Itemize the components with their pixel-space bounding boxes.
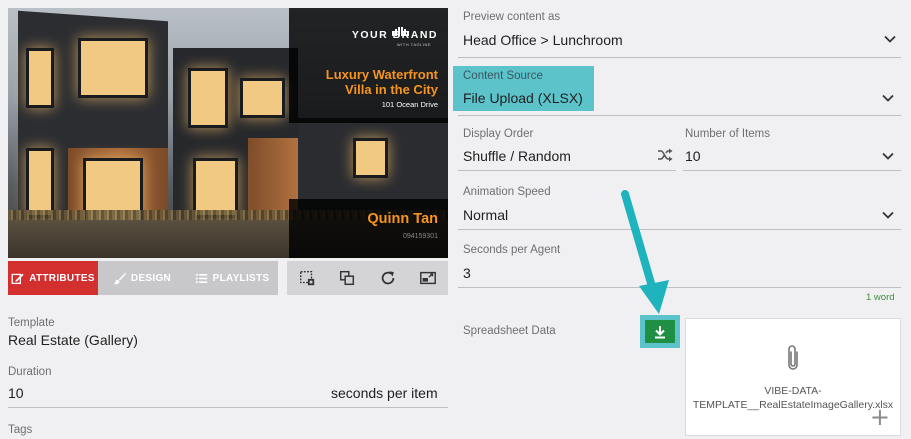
duration-underline: [8, 407, 448, 408]
seconds-per-agent-label: Seconds per Agent: [463, 244, 561, 256]
duration-suffix: seconds per item: [331, 385, 438, 401]
tab-label: ATTRIBUTES: [29, 272, 95, 284]
crop-icon: [300, 271, 315, 286]
preview-as-underline: [458, 57, 901, 58]
download-icon: [655, 325, 665, 338]
brush-icon: [113, 272, 126, 284]
uploaded-file-name: VIBE-DATA- TEMPLATE__RealEstateImageGall…: [686, 384, 900, 412]
tab-playlists[interactable]: PLAYLISTS: [186, 261, 278, 295]
window: [78, 38, 148, 98]
paperclip-icon: [788, 345, 798, 370]
download-template-button[interactable]: [645, 320, 675, 343]
listing-overlay: YOUR BRAND WITH TAGLINE Luxury Waterfron…: [289, 8, 448, 123]
seconds-per-agent-underline: [458, 287, 901, 288]
expand-icon: [419, 271, 436, 285]
file-upload-dropzone[interactable]: VIBE-DATA- TEMPLATE__RealEstateImageGall…: [685, 318, 901, 436]
chevron-down-icon: [882, 94, 894, 102]
window: [240, 78, 285, 118]
word-count: 1 word: [866, 292, 895, 303]
window: [26, 48, 54, 108]
listing-address: 101 Ocean Drive: [381, 100, 438, 109]
number-of-items-label: Number of Items: [685, 128, 770, 140]
agent-name: Quinn Tan: [367, 211, 438, 227]
agent-phone: 094159301: [402, 233, 438, 240]
seconds-per-agent-input[interactable]: 3: [463, 265, 893, 281]
listing-title-line1: Luxury Waterfront: [325, 67, 438, 82]
callout-arrow-icon: [621, 190, 669, 314]
tab-design[interactable]: DESIGN: [98, 261, 186, 295]
listing-title-line2: Villa in the City: [345, 82, 438, 97]
display-order-select[interactable]: Shuffle / Random: [463, 148, 653, 164]
download-highlight: [640, 315, 680, 348]
brand-name: YOUR BRAND: [351, 29, 438, 41]
duration-input[interactable]: 10: [8, 385, 208, 401]
tab-attributes[interactable]: ATTRIBUTES: [8, 261, 98, 295]
number-of-items-underline: [683, 170, 901, 171]
animation-speed-label: Animation Speed: [463, 186, 551, 198]
layers-icon: [340, 270, 355, 286]
window: [26, 148, 54, 218]
content-source-underline: [458, 115, 901, 116]
preview-as-label: Preview content as: [463, 11, 561, 23]
display-order-label: Display Order: [463, 128, 534, 140]
number-of-items-select[interactable]: 10: [685, 148, 885, 164]
tab-bar: ATTRIBUTES DESIGN PLAYLISTS: [8, 261, 278, 295]
preview-as-select[interactable]: Head Office > Lunchroom: [463, 32, 903, 48]
template-value: Real Estate (Gallery): [8, 332, 138, 348]
preview-toolbar: [287, 261, 448, 295]
file-name-line1: VIBE-DATA-: [764, 385, 822, 397]
display-order-underline: [458, 170, 676, 171]
shuffle-icon: [658, 148, 673, 162]
tab-label: DESIGN: [130, 272, 172, 284]
chevron-down-icon: [882, 152, 894, 160]
list-icon: [195, 273, 207, 283]
refresh-icon: [381, 271, 394, 285]
window: [193, 158, 238, 218]
brand-logo-icon: [392, 18, 422, 36]
listing-title: Luxury Waterfront Villa in the City: [288, 67, 438, 97]
duration-label: Duration: [8, 366, 52, 378]
layers-button[interactable]: [327, 261, 367, 295]
agent-overlay: Quinn Tan 094159301: [289, 199, 448, 258]
file-name-line2: TEMPLATE__RealEstateImageGallery.xlsx: [692, 399, 894, 411]
content-source-label: Content Source: [463, 70, 543, 82]
tags-label: Tags: [8, 424, 33, 436]
content-source-select[interactable]: File Upload (XLSX): [463, 90, 893, 106]
window: [188, 68, 228, 128]
template-preview-image: YOUR BRAND WITH TAGLINE Luxury Waterfron…: [8, 8, 448, 258]
chevron-down-icon: [882, 211, 894, 219]
edit-icon: [11, 273, 24, 284]
spreadsheet-data-label: Spreadsheet Data: [463, 325, 556, 337]
animation-speed-underline: [458, 229, 901, 230]
expand-button[interactable]: [408, 261, 448, 295]
refresh-button[interactable]: [368, 261, 408, 295]
chevron-down-icon: [884, 35, 896, 43]
tab-label: PLAYLISTS: [212, 272, 270, 284]
add-file-icon[interactable]: +: [870, 405, 890, 429]
template-label: Template: [8, 317, 55, 329]
brand-tagline: WITH TAGLINE: [396, 42, 431, 47]
window: [353, 138, 388, 178]
crop-button[interactable]: [287, 261, 327, 295]
